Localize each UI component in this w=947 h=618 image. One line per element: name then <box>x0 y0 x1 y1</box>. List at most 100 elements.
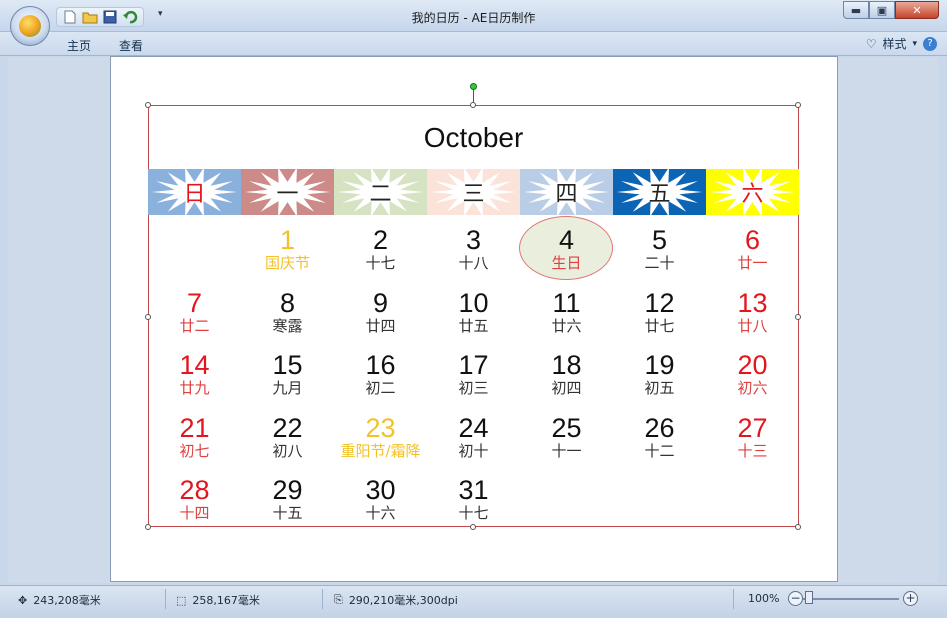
lunar-date: 生日 <box>551 254 582 272</box>
resize-handle[interactable] <box>795 524 801 530</box>
maximize-button[interactable]: ▣ <box>869 1 895 19</box>
day-cell[interactable]: 26 十二 <box>613 414 706 460</box>
day-cell[interactable]: 8 寒露 <box>241 289 334 335</box>
day-cell[interactable]: 25 十一 <box>520 414 613 460</box>
title-bar: ▾ 我的日历 - AE日历制作 ▬ ▣ ✕ <box>0 0 947 32</box>
day-number: 1 <box>279 225 296 255</box>
lunar-date: 廿六 <box>551 316 582 335</box>
day-cell[interactable]: 28 十四 <box>148 476 241 522</box>
minimize-button[interactable]: ▬ <box>843 1 869 19</box>
lunar-date: 十四 <box>179 504 210 522</box>
lunar-date: 重阳节/霜降 <box>340 441 421 460</box>
weekday-label: 二 <box>369 182 392 207</box>
day-number: 17 <box>458 350 489 380</box>
day-number: 29 <box>272 475 303 505</box>
day-cell[interactable]: 24 初十 <box>427 414 520 460</box>
lunar-date: 十七 <box>365 254 396 272</box>
weekday-label: 三 <box>462 182 485 207</box>
day-cell[interactable]: 22 初八 <box>241 414 334 460</box>
heart-icon: ♡ <box>865 36 877 51</box>
weekday-label: 日 <box>183 182 206 207</box>
zoom-out-button[interactable]: − <box>788 591 803 606</box>
day-cell[interactable]: 14 廿九 <box>148 351 241 397</box>
day-number: 9 <box>372 287 389 318</box>
zoom-in-button[interactable]: + <box>903 591 918 606</box>
lunar-date: 廿四 <box>365 316 396 335</box>
lunar-date: 廿九 <box>179 379 210 397</box>
day-number: 21 <box>179 412 210 443</box>
day-cell[interactable]: 5 二十 <box>613 226 706 272</box>
day-number: 2 <box>372 225 389 255</box>
lunar-date: 廿一 <box>737 254 768 272</box>
day-number: 25 <box>551 412 582 443</box>
close-button[interactable]: ✕ <box>895 1 939 19</box>
day-cell[interactable]: 17 初三 <box>427 351 520 397</box>
lunar-date: 十七 <box>458 504 489 522</box>
page-size-value: 290,210毫米,300dpi <box>348 594 458 607</box>
day-number: 13 <box>737 287 768 318</box>
day-cell[interactable]: 7 廿二 <box>148 289 241 335</box>
day-cell[interactable]: 27 十三 <box>706 414 799 460</box>
style-menu[interactable]: ♡ 样式 ▾ ? <box>866 35 937 52</box>
lunar-date: 廿二 <box>179 316 210 335</box>
zoom-slider[interactable] <box>803 598 899 600</box>
weekday-header: 四 <box>520 169 613 215</box>
day-cell[interactable]: 3 十八 <box>427 226 520 272</box>
day-cell[interactable]: 10 廿五 <box>427 289 520 335</box>
lunar-date: 初四 <box>551 379 582 397</box>
lunar-date: 二十 <box>644 254 675 272</box>
resize-handle[interactable] <box>795 102 801 108</box>
help-icon[interactable]: ? <box>923 36 937 51</box>
zoom-level: 100% <box>748 592 780 605</box>
tab-home[interactable]: 主页 <box>67 37 91 54</box>
day-cell[interactable]: 11 廿六 <box>520 289 613 335</box>
weekday-label: 五 <box>648 182 671 207</box>
day-cell[interactable]: 18 初四 <box>520 351 613 397</box>
day-number: 28 <box>179 475 210 505</box>
day-number: 12 <box>644 287 675 318</box>
day-cell[interactable]: 12 廿七 <box>613 289 706 335</box>
lunar-date: 初三 <box>458 379 489 397</box>
lunar-date: 十八 <box>458 254 489 272</box>
day-number: 24 <box>458 412 489 443</box>
weekday-header: 日 <box>148 169 241 215</box>
weekday-label: 四 <box>555 182 578 207</box>
lunar-date: 十五 <box>272 504 303 522</box>
day-cell[interactable]: 30 十六 <box>334 476 427 522</box>
lunar-date: 廿七 <box>644 316 675 335</box>
status-bar: ✥ 243,208毫米 ⬚ 258,167毫米 ⎘ 290,210毫米,300d… <box>0 585 947 618</box>
day-cell[interactable]: 19 初五 <box>613 351 706 397</box>
window-title: 我的日历 - AE日历制作 <box>411 11 536 25</box>
lunar-date: 初六 <box>737 379 768 397</box>
app-logo-icon <box>19 15 41 37</box>
day-cell[interactable]: 21 初七 <box>148 414 241 460</box>
day-cell[interactable]: 2 十七 <box>334 226 427 272</box>
lunar-date: 十一 <box>551 441 582 460</box>
resize-handle[interactable] <box>145 102 151 108</box>
day-cell[interactable]: 13 廿八 <box>706 289 799 335</box>
day-cell[interactable]: 1 国庆节 <box>241 226 334 272</box>
rotate-handle[interactable] <box>470 83 477 90</box>
weekday-header: 三 <box>427 169 520 215</box>
lunar-date: 寒露 <box>272 316 303 335</box>
resize-handle[interactable] <box>470 102 476 108</box>
day-number: 20 <box>737 350 768 380</box>
day-number: 11 <box>552 287 581 318</box>
zoom-slider-thumb[interactable] <box>805 591 813 604</box>
resize-handle[interactable] <box>470 524 476 530</box>
day-cell[interactable]: 31 十七 <box>427 476 520 522</box>
day-cell[interactable]: 29 十五 <box>241 476 334 522</box>
day-cell[interactable]: 23 重阳节/霜降 <box>334 414 427 460</box>
day-cell[interactable]: 4 生日 <box>520 226 613 272</box>
day-cell[interactable]: 6 廿一 <box>706 226 799 272</box>
day-cell[interactable]: 9 廿四 <box>334 289 427 335</box>
resize-handle[interactable] <box>145 524 151 530</box>
day-cell[interactable]: 15 九月 <box>241 351 334 397</box>
tab-view[interactable]: 查看 <box>119 37 143 54</box>
cursor-position-value: 243,208毫米 <box>33 594 101 607</box>
app-menu-button[interactable] <box>10 6 50 46</box>
day-cell[interactable]: 20 初六 <box>706 351 799 397</box>
day-cell[interactable]: 16 初二 <box>334 351 427 397</box>
weekday-header: 五 <box>613 169 706 215</box>
lunar-date: 十六 <box>365 504 396 522</box>
